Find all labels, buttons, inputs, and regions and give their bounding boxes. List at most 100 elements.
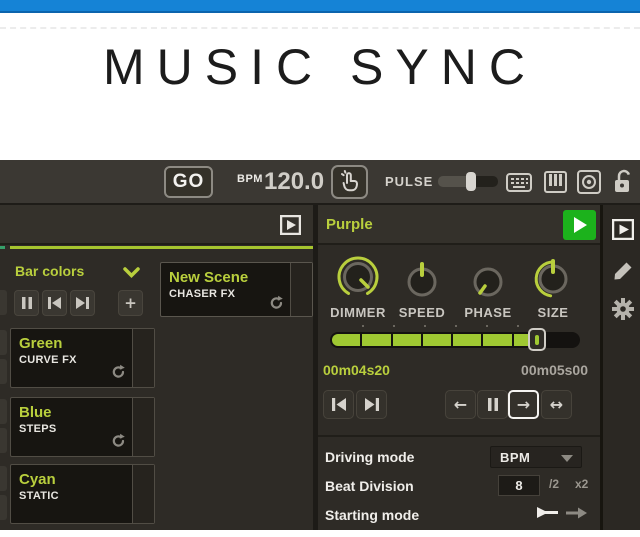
scene-card-green[interactable]: Green CURVE FX	[10, 328, 155, 388]
beat-division-half-button[interactable]: /2	[549, 477, 559, 491]
app-window: GO BPM 120.0 PULSE Bar colors + New Scen…	[0, 160, 640, 530]
direction-forward-button[interactable]: →	[508, 390, 539, 419]
edge-button-partial[interactable]	[0, 466, 7, 491]
timeline-slider[interactable]	[330, 328, 580, 351]
scene-card-cyan[interactable]: Cyan STATIC	[10, 464, 155, 524]
edge-button-partial[interactable]	[0, 428, 7, 453]
dimmer-knob[interactable]	[334, 253, 382, 308]
handle-tick	[535, 334, 539, 345]
lock-open-icon	[615, 169, 630, 192]
edge-button-partial[interactable]	[0, 330, 7, 355]
edge-button-partial[interactable]	[0, 290, 7, 315]
live-view-button[interactable]	[611, 217, 635, 241]
bpm-value[interactable]: 120.0	[264, 168, 324, 196]
edge-button-partial[interactable]	[0, 359, 7, 384]
starting-mode-arrow-button[interactable]	[566, 507, 588, 526]
accent-tick	[0, 246, 5, 249]
scene-card-blue[interactable]: Blue STEPS	[10, 397, 155, 457]
knob-dial	[534, 259, 568, 298]
knob-dial	[337, 256, 379, 295]
scene-title: Blue	[19, 404, 52, 421]
browser-top-bar	[0, 0, 640, 13]
scene-card-new-scene[interactable]: New Scene CHASER FX	[160, 262, 313, 317]
scene-title: Cyan	[19, 471, 56, 488]
starting-mode-label: Starting mode	[325, 507, 420, 523]
group-next-button[interactable]	[70, 290, 95, 316]
timeline-progress	[332, 334, 542, 346]
timeline-handle[interactable]	[528, 328, 546, 351]
scene-card-grip[interactable]	[132, 465, 154, 523]
group-collapse-button[interactable]	[123, 265, 140, 283]
direction-bounce-button[interactable]: ↔	[541, 390, 572, 419]
timeline-tick	[424, 325, 426, 327]
pulse-slider[interactable]	[438, 172, 498, 191]
flag-start-icon	[537, 507, 558, 518]
scene-card-grip[interactable]	[290, 263, 312, 316]
group-pause-button[interactable]	[14, 290, 39, 316]
lock-button[interactable]	[609, 168, 637, 196]
skip-previous-icon	[48, 297, 61, 309]
starting-mode-flag-button[interactable]	[536, 507, 558, 526]
scene-card-grip[interactable]	[132, 329, 154, 387]
loop-icon	[270, 295, 283, 309]
settings-button[interactable]	[611, 297, 635, 321]
scene-title: New Scene	[169, 269, 249, 286]
step-last-button[interactable]	[356, 390, 387, 419]
skip-next-icon	[76, 297, 89, 309]
play-button[interactable]	[563, 210, 596, 240]
scene-subtitle: CHASER FX	[169, 288, 236, 300]
add-scene-button[interactable]: +	[118, 290, 143, 316]
edit-button[interactable]	[611, 259, 635, 283]
page-title: MUSIC SYNC	[103, 39, 537, 95]
edge-button-partial[interactable]	[0, 495, 7, 520]
edge-button-partial[interactable]	[0, 399, 7, 424]
timeline-tick	[486, 325, 488, 327]
timeline-tick	[455, 325, 457, 327]
loop-icon	[112, 433, 125, 447]
play-box-icon	[612, 218, 634, 240]
knob-dial	[473, 267, 503, 297]
scene-subtitle: STATIC	[19, 490, 59, 502]
scene-list-header	[0, 205, 313, 245]
driving-mode-dropdown[interactable]: BPM	[490, 446, 582, 468]
keyboard-icon	[506, 172, 532, 192]
tap-tempo-button[interactable]	[331, 165, 368, 199]
player-header: Purple	[318, 205, 600, 245]
size-label: SIZE	[537, 305, 569, 320]
knob-dial	[407, 262, 437, 297]
screenshot-root: MUSIC SYNC GO BPM 120.0 PULSE Bar colors…	[0, 0, 640, 537]
loop-icon	[112, 364, 125, 378]
group-previous-button[interactable]	[42, 290, 67, 316]
skip-next-icon	[364, 398, 379, 411]
piano-icon	[543, 171, 567, 193]
pop-out-button[interactable]	[279, 214, 302, 240]
speed-knob[interactable]	[403, 261, 441, 306]
beat-division-double-button[interactable]: x2	[575, 477, 588, 491]
midi-keyboard-button[interactable]	[541, 168, 569, 196]
scene-card-grip[interactable]	[132, 398, 154, 456]
visualizer-button[interactable]	[575, 168, 603, 196]
timeline-tick	[393, 325, 395, 327]
scene-subtitle: CURVE FX	[19, 354, 77, 366]
monitor-circle-icon	[577, 170, 601, 194]
pulse-slider-handle[interactable]	[466, 172, 476, 191]
driving-mode-value: BPM	[500, 450, 531, 465]
divider-dashed	[0, 27, 640, 29]
timeline-tick	[517, 325, 519, 327]
section-divider	[318, 435, 600, 437]
keyboard-shortcuts-button[interactable]	[505, 168, 533, 196]
direction-backward-button[interactable]: ←	[445, 390, 476, 419]
chevron-down-icon	[561, 455, 573, 462]
scene-group-name[interactable]: Bar colors	[15, 263, 84, 279]
go-button[interactable]: GO	[164, 166, 213, 198]
bottom-margin	[0, 530, 640, 537]
time-total: 00m05s00	[521, 362, 588, 378]
size-knob[interactable]	[531, 256, 575, 307]
beat-division-value[interactable]: 8	[498, 475, 540, 496]
step-first-button[interactable]	[323, 390, 354, 419]
direction-pause-button[interactable]	[477, 390, 508, 419]
play-box-icon	[279, 214, 302, 236]
scene-list-panel: Bar colors + New Scene CHASER FX Green C…	[0, 205, 313, 530]
toolbar: GO BPM 120.0 PULSE	[0, 160, 640, 205]
phase-knob[interactable]	[469, 261, 507, 306]
